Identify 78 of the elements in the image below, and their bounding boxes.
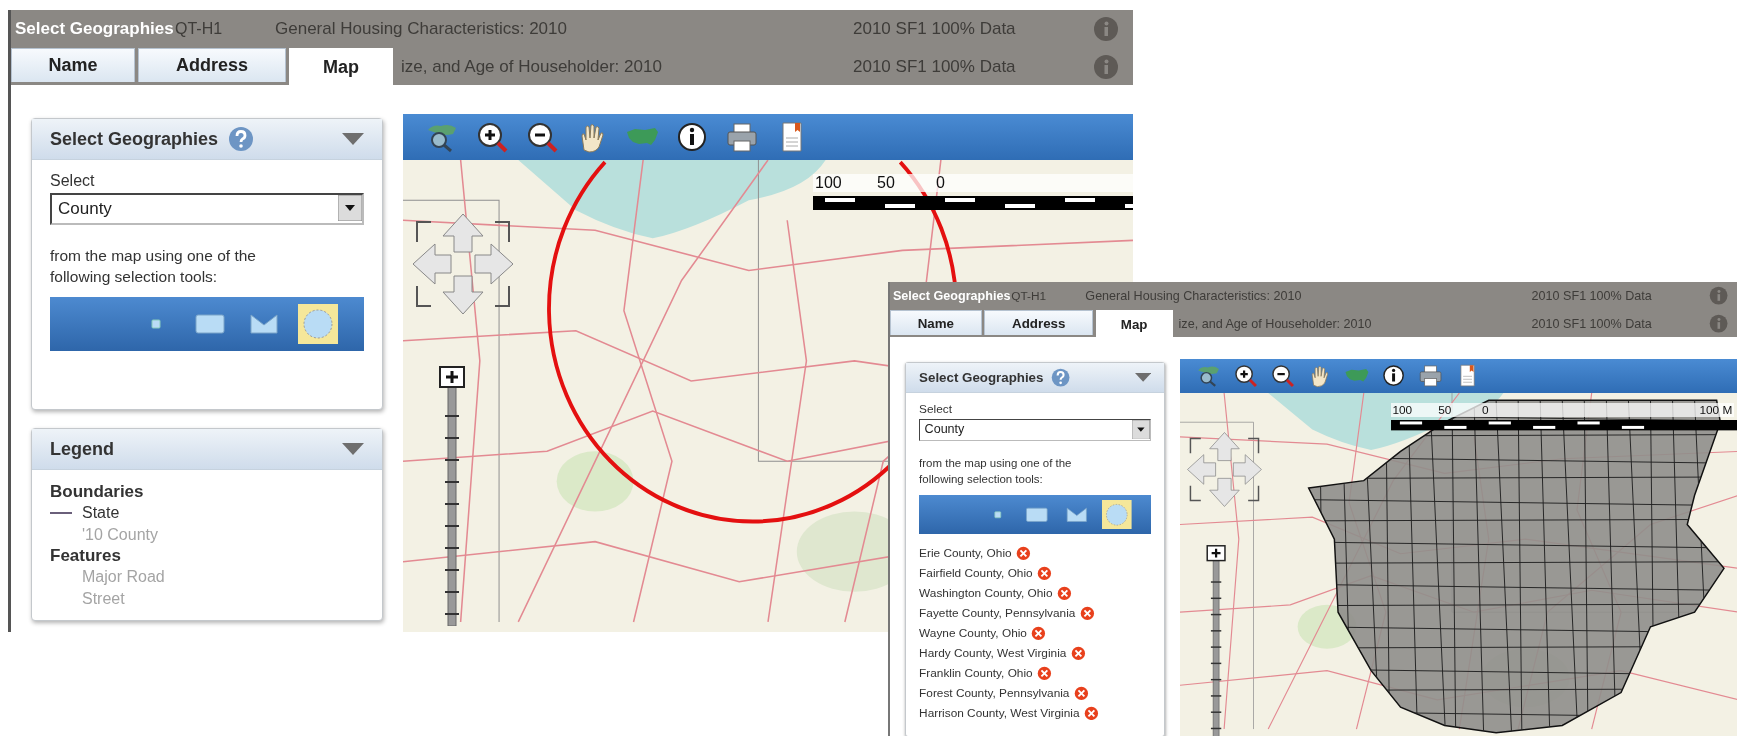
selected-county: Erie County, Ohio: [919, 546, 1012, 561]
remove-icon[interactable]: [1037, 665, 1052, 681]
panel-title: Select Geographies: [50, 128, 219, 150]
printer-icon[interactable]: [1418, 363, 1444, 389]
zoom-out-icon[interactable]: [525, 120, 559, 154]
geography-dropdown[interactable]: County: [919, 418, 1151, 442]
panel-title: Legend: [50, 438, 114, 460]
scale-label: 50: [875, 174, 934, 192]
instructions-text: from the map using one of the following selection tools:: [50, 246, 257, 287]
selected-county: Washington County, Ohio: [919, 586, 1053, 601]
help-icon[interactable]: [228, 126, 255, 152]
selected-county: Wayne County, Ohio: [919, 626, 1027, 641]
legend-heading: Boundaries: [50, 482, 145, 502]
collapse-icon[interactable]: [342, 443, 364, 455]
scale-label: 100 M: [1697, 403, 1734, 418]
window-title: Select Geographies: [891, 289, 1012, 303]
info-icon[interactable]: [675, 120, 709, 154]
tab[interactable]: Map: [289, 48, 393, 85]
legend-heading: Features: [50, 546, 122, 566]
table-cell-text: QT-H1: [1011, 289, 1048, 303]
scale-label: 100: [1390, 403, 1437, 418]
zoom-in-icon[interactable]: [1233, 363, 1259, 389]
table-cell-text: ize, and Age of Householder: 2010: [1177, 316, 1373, 331]
selected-county: Fairfield County, Ohio: [919, 566, 1033, 581]
legend-item: State: [82, 504, 120, 522]
scale-label: 0: [934, 174, 1133, 192]
tab[interactable]: Name: [11, 48, 135, 82]
remove-icon[interactable]: [1016, 545, 1031, 561]
remove-icon[interactable]: [1079, 605, 1095, 621]
selected-county: Fayette County, Pennsylvania: [919, 606, 1076, 621]
table-cell-text: 2010 SF1 100% Data: [853, 56, 1017, 77]
remove-icon[interactable]: [1037, 565, 1052, 581]
remove-icon[interactable]: [1031, 625, 1047, 641]
table-cell-text: General Housing Characteristics: 2010: [275, 19, 568, 39]
zoom-control[interactable]: [1205, 545, 1228, 736]
instructions-text: from the map using one of the following selection tools:: [919, 456, 1073, 487]
selected-county: Forest County, Pennsylvania: [919, 686, 1070, 701]
table-cell-text: General Housing Characteristics: 2010: [1085, 289, 1303, 303]
circle-tool[interactable]: [1102, 499, 1132, 530]
tab[interactable]: Address: [138, 48, 286, 82]
help-icon[interactable]: [1050, 368, 1071, 388]
pan-control[interactable]: [411, 212, 515, 316]
scale-label: 100: [813, 174, 875, 192]
legend-line: [50, 512, 72, 514]
select-label: Select: [919, 402, 953, 417]
scale-label: 50: [1436, 403, 1481, 418]
remove-icon[interactable]: [1073, 685, 1089, 701]
table-cell-text: ize, and Age of Householder: 2010: [400, 56, 663, 77]
remove-icon[interactable]: [1057, 585, 1072, 601]
select-label: Select: [50, 172, 96, 190]
zoom-in-icon[interactable]: [475, 120, 509, 154]
zoom-control[interactable]: [437, 366, 467, 626]
remove-icon[interactable]: [1070, 645, 1086, 661]
tab[interactable]: Address: [983, 310, 1094, 336]
legend-item: '10 County: [82, 526, 158, 544]
collapse-icon[interactable]: [1134, 373, 1151, 383]
selected-county: Franklin County, Ohio: [919, 666, 1033, 681]
remove-icon[interactable]: [1083, 705, 1099, 721]
dropdown-arrow-icon[interactable]: [1132, 419, 1150, 439]
selected-county: Harrison County, West Virginia: [919, 706, 1080, 721]
info-icon[interactable]: [1381, 363, 1407, 389]
panel-title: Select Geographies: [919, 370, 1044, 386]
tab[interactable]: Name: [890, 310, 982, 336]
table-cell-text: 2010 SF1 100% Data: [1531, 289, 1653, 303]
selected-county: Hardy County, West Virginia: [919, 646, 1067, 661]
dropdown-arrow-icon[interactable]: [338, 195, 362, 221]
collapse-icon[interactable]: [342, 133, 364, 145]
table-cell-text: QT-H1: [175, 20, 224, 38]
window-title: Select Geographies: [14, 19, 175, 39]
legend-item: Major Road: [82, 568, 165, 586]
tab[interactable]: Map: [1095, 310, 1173, 338]
legend-item: Street: [82, 590, 125, 608]
table-cell-text: 2010 SF1 100% Data: [1531, 316, 1653, 331]
scale-label: 0: [1480, 403, 1698, 418]
printer-icon[interactable]: [725, 120, 759, 154]
table-cell-text: 2010 SF1 100% Data: [853, 19, 1017, 39]
zoom-out-icon[interactable]: [1270, 363, 1296, 389]
geography-dropdown[interactable]: County: [50, 193, 364, 225]
